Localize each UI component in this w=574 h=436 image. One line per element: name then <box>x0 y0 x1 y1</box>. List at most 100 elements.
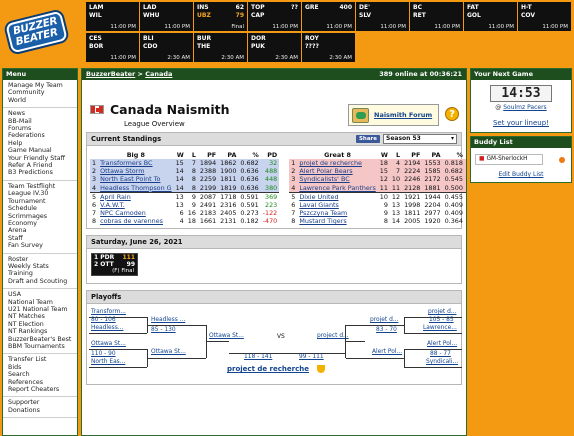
menu-item[interactable]: Economy <box>8 220 77 227</box>
ticker-game[interactable]: TOP?? CAP 11:00 PM <box>248 2 301 31</box>
bracket-score[interactable]: 88 - 77 <box>430 351 451 357</box>
menu-item[interactable]: Staff <box>8 235 77 242</box>
menu-item[interactable]: National Team <box>8 299 77 306</box>
ticker-game[interactable]: FAT GOL 11:00 PM <box>464 2 517 31</box>
menu-item[interactable]: USA <box>8 291 77 298</box>
menu-item[interactable]: U21 National Team <box>8 306 77 313</box>
ticker-game[interactable]: GRE 400 11:00 PM <box>302 2 355 31</box>
menu-item[interactable]: News <box>8 110 77 117</box>
menu-item[interactable]: Game Manual <box>8 147 77 154</box>
ticker-game[interactable]: INS 62 UBZ 79 Final <box>194 2 247 31</box>
next-opponent[interactable]: @ Soulmz Pacers <box>471 102 571 113</box>
ticker-game[interactable]: BLI CDO 2:30 AM <box>140 33 193 62</box>
team-link[interactable]: Syndicalists' BC <box>299 175 349 183</box>
final-team-a[interactable]: Ottawa St... <box>209 333 244 339</box>
ticker-game[interactable]: LAD WHU 11:00 PM <box>140 2 193 31</box>
menu-item[interactable]: Roster <box>8 256 77 263</box>
menu-item[interactable]: NT Rankings <box>8 328 77 335</box>
team-link[interactable]: North East Point To <box>100 175 160 183</box>
menu-item[interactable]: Report Cheaters <box>8 386 77 393</box>
bracket-score[interactable]: 105 - 85 <box>429 317 454 323</box>
menu-item[interactable]: Training <box>8 270 77 277</box>
ticker-game[interactable]: CES BOR 11:00 PM <box>86 33 139 62</box>
ticker-game[interactable]: ROY???? 2:30 AM <box>302 33 355 62</box>
menu-item[interactable]: Refer A Friend <box>8 162 77 169</box>
ticker-game[interactable]: LAM WIL 11:00 PM <box>86 2 139 31</box>
menu-item[interactable]: Forums <box>8 125 77 132</box>
menu-item[interactable]: References <box>8 379 77 386</box>
forum-link[interactable]: Naismith Forum <box>374 111 432 119</box>
team-link[interactable]: V.A.W.T. <box>100 201 125 209</box>
menu-item[interactable]: Supporter <box>8 399 77 406</box>
menu-item[interactable]: Arena <box>8 227 77 234</box>
bracket-score[interactable]: 80 - 106 <box>91 317 116 323</box>
final-team-b[interactable]: project d... <box>317 333 349 339</box>
team-link[interactable]: Laval Giants <box>299 201 339 209</box>
team-link[interactable]: Mustard Tigers <box>299 217 346 225</box>
team-link[interactable]: Alert Polar Bears <box>299 167 352 175</box>
menu-item[interactable]: Manage My Team <box>8 82 77 89</box>
bracket-score[interactable]: 110 - 90 <box>91 351 116 357</box>
menu-item[interactable]: NT Election <box>8 321 77 328</box>
menu-item[interactable]: Team Testflight <box>8 183 77 190</box>
team-link[interactable]: Transformers BC <box>100 159 152 167</box>
menu-item[interactable]: Tournament <box>8 198 77 205</box>
team-link[interactable]: Lawrence Park Panthers <box>299 184 375 192</box>
edit-buddy-list-link[interactable]: Edit Buddy List <box>498 171 543 178</box>
ticker-game[interactable]: DE' SLV 11:00 PM <box>356 2 409 31</box>
menu-item[interactable]: Transfer List <box>8 356 77 363</box>
menu-item[interactable]: Weekly Stats <box>8 263 77 270</box>
bracket-team[interactable]: Ottawa St... <box>91 341 126 347</box>
bracket-team[interactable]: Headless ... <box>151 317 185 323</box>
team-link[interactable]: April Rain <box>100 193 131 201</box>
menu-item[interactable]: Federations <box>8 132 77 139</box>
menu-item[interactable]: B3 Predictions <box>8 169 77 176</box>
bracket-team[interactable]: projet d... <box>428 309 456 315</box>
menu-item[interactable]: Schedule <box>8 205 77 212</box>
bracket-score[interactable]: 83 - 70 <box>376 327 397 333</box>
menu-item[interactable]: League IV.30 <box>8 190 77 197</box>
team-link[interactable]: projet de recherche <box>299 159 362 167</box>
bracket-team[interactable]: Syndicali... <box>426 359 458 365</box>
final-score[interactable]: 118 - 141 <box>244 354 272 360</box>
next-opponent-link[interactable]: Soulmz Pacers <box>503 104 546 111</box>
menu-item[interactable]: Donations <box>8 407 77 414</box>
set-lineup-link[interactable]: Set your lineup! <box>493 119 549 127</box>
menu-item[interactable]: Draft and Scouting <box>8 278 77 285</box>
facebook-share-button[interactable]: Share <box>355 135 380 143</box>
bracket-team[interactable]: Headless... <box>91 325 123 331</box>
team-link[interactable]: NPC Camoden <box>100 209 146 217</box>
team-link[interactable]: cobras de varennes <box>100 217 163 225</box>
buzzerbeater-logo[interactable]: BUZZER BEATER <box>3 3 71 61</box>
bracket-team[interactable]: Lawrence... <box>423 325 457 331</box>
menu-item[interactable]: Scrimmages <box>8 213 77 220</box>
ticker-game[interactable]: H-T COV 11:00 PM <box>518 2 571 31</box>
buddy-select[interactable]: ■ GM-SherlockH <box>475 154 543 165</box>
menu-item[interactable]: Fan Survey <box>8 242 77 249</box>
menu-item[interactable]: BBM Tournaments <box>8 343 77 350</box>
final-score-2[interactable]: 99 - 111 <box>299 354 324 360</box>
team-link[interactable]: Ottawa Storm <box>100 167 144 175</box>
menu-item[interactable]: Bids <box>8 364 77 371</box>
game-score-card[interactable]: 1 PDR 111 2 OTT 99 (F) Final <box>91 253 138 277</box>
ticker-game[interactable]: DOR PUK 2:30 AM <box>248 33 301 62</box>
menu-item[interactable]: Your Friendly Staff <box>8 155 77 162</box>
menu-item[interactable]: World <box>8 97 77 104</box>
bracket-score[interactable]: 85 - 130 <box>151 327 176 333</box>
season-select[interactable]: Season 53 <box>383 134 457 144</box>
menu-item[interactable]: NT Matches <box>8 313 77 320</box>
breadcrumb-page[interactable]: Canada <box>145 70 172 78</box>
bracket-team[interactable]: projet d... <box>370 317 398 323</box>
bracket-team[interactable]: Alert Pol... <box>427 341 457 347</box>
bracket-team[interactable]: Transform... <box>91 309 126 315</box>
ticker-game[interactable]: BUR THE 2:30 AM <box>194 33 247 62</box>
bracket-team[interactable]: Alert Pol... <box>372 349 402 355</box>
menu-item[interactable]: BB-Mail <box>8 118 77 125</box>
menu-item[interactable]: Community <box>8 89 77 96</box>
team-link[interactable]: Headless Thompson G <box>100 184 172 192</box>
ticker-game[interactable]: BC RET 11:00 PM <box>410 2 463 31</box>
bracket-team[interactable]: Ottawa St... <box>151 349 186 355</box>
help-icon[interactable]: ? <box>445 107 459 121</box>
menu-item[interactable]: Help <box>8 140 77 147</box>
team-link[interactable]: Pszczyna Team <box>299 209 347 217</box>
